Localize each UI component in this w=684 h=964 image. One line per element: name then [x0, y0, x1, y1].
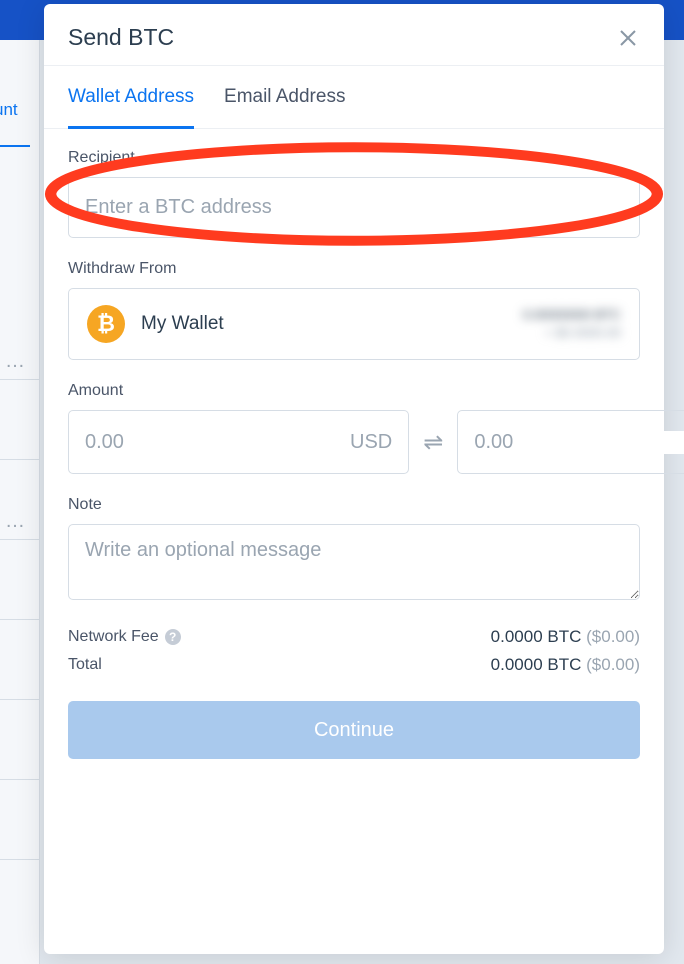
- continue-button[interactable]: Continue: [68, 701, 640, 759]
- network-fee-row: Network Fee ? 0.0000 BTC ($0.00): [68, 627, 640, 647]
- note-field: Note: [68, 496, 640, 605]
- amount-fiat-suffix: USD: [350, 431, 392, 454]
- recipient-label: Recipient: [68, 149, 640, 167]
- withdraw-from-label: Withdraw From: [68, 260, 640, 278]
- note-label: Note: [68, 496, 640, 514]
- bitcoin-icon: ₿: [87, 305, 125, 343]
- amount-field: Amount USD ⇌ BTC: [68, 382, 640, 474]
- wallet-info: ₿ My Wallet: [87, 305, 224, 343]
- close-icon: [618, 28, 638, 48]
- amount-label: Amount: [68, 382, 640, 400]
- recipient-field: Recipient: [68, 149, 640, 238]
- wallet-balance-blurred: 0.00000000 BTC = $0.0000.00: [523, 306, 621, 342]
- withdraw-from-field: Withdraw From ₿ My Wallet 0.00000000 BTC…: [68, 260, 640, 360]
- recipient-input[interactable]: [68, 177, 640, 238]
- amount-crypto-box: BTC: [457, 410, 684, 474]
- amount-fiat-input[interactable]: [85, 431, 350, 454]
- modal-title: Send BTC: [68, 24, 174, 51]
- bitcoin-symbol-glyph: ₿: [97, 311, 115, 337]
- swap-icon: ⇌: [423, 428, 443, 457]
- total-label: Total: [68, 656, 102, 674]
- network-fee-value: 0.0000 BTC ($0.00): [491, 627, 640, 647]
- amount-crypto-input[interactable]: [474, 431, 684, 454]
- network-fee-label: Network Fee ?: [68, 628, 181, 646]
- modal-body: Recipient Withdraw From ₿ My Wallet 0.00…: [44, 129, 664, 954]
- address-type-tabs: Wallet Address Email Address: [44, 65, 664, 129]
- wallet-name: My Wallet: [141, 313, 224, 335]
- swap-currencies-button[interactable]: ⇌: [423, 426, 443, 458]
- modal-header: Send BTC: [44, 4, 664, 65]
- total-row: Total 0.0000 BTC ($0.00): [68, 655, 640, 675]
- wallet-selector[interactable]: ₿ My Wallet 0.00000000 BTC = $0.0000.00: [68, 288, 640, 360]
- tab-wallet-address[interactable]: Wallet Address: [68, 66, 194, 129]
- tab-email-address[interactable]: Email Address: [224, 66, 345, 129]
- amount-fiat-box: USD: [68, 410, 409, 474]
- send-btc-modal: Send BTC Wallet Address Email Address Re…: [44, 4, 664, 954]
- background-rows: … …: [0, 300, 40, 860]
- close-button[interactable]: [616, 26, 640, 50]
- note-textarea[interactable]: [68, 524, 640, 600]
- info-icon[interactable]: ?: [165, 629, 181, 645]
- amount-row: USD ⇌ BTC: [68, 410, 640, 474]
- total-value: 0.0000 BTC ($0.00): [491, 655, 640, 675]
